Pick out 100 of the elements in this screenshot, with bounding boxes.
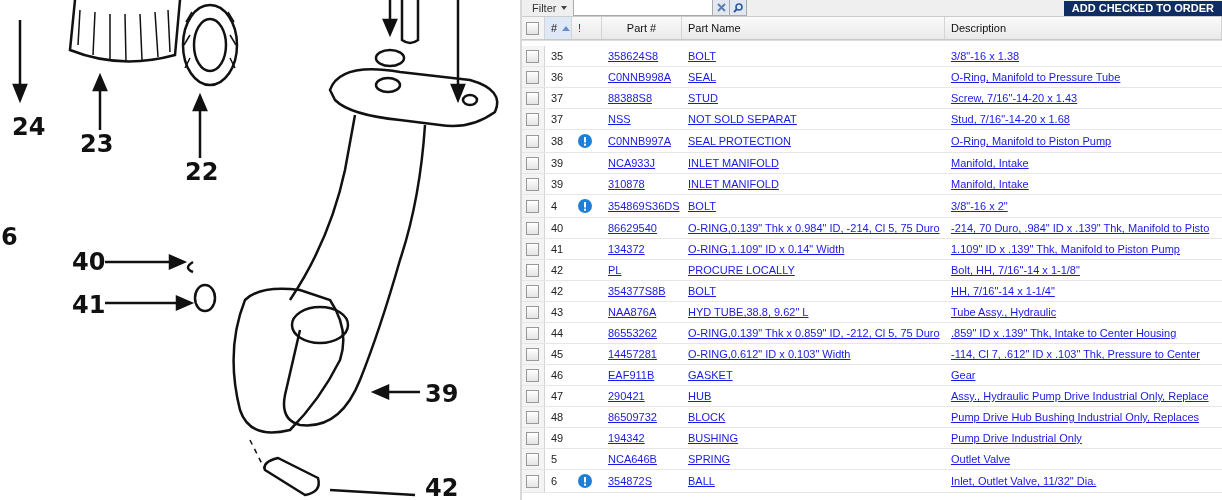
part-name-link[interactable]: GASKET (688, 369, 733, 381)
part-name-column-header[interactable]: Part Name (682, 17, 945, 39)
part-number-link[interactable]: NCA933J (608, 157, 656, 169)
checkbox[interactable] (526, 91, 539, 105)
part-name-link[interactable]: SPRING (688, 453, 731, 465)
part-number-column-header[interactable]: Part # (602, 17, 682, 39)
row-number: 41 (550, 242, 565, 257)
clear-button[interactable] (713, 0, 731, 16)
checkbox[interactable] (526, 326, 539, 340)
description-column-header[interactable]: Description (945, 17, 1222, 39)
part-name-link[interactable]: BOLT (688, 50, 716, 62)
checkbox[interactable] (526, 21, 539, 35)
number-column-header[interactable]: # (545, 17, 572, 39)
description-link[interactable]: -114, Cl 7, .612" ID x .103" Thk, Pressure to Center (951, 348, 1200, 360)
description-link[interactable]: Bolt, HH, 7/16"-14 x 1-1/8" (951, 264, 1080, 276)
callout-number: 39 (425, 380, 459, 408)
part-name-link[interactable]: STUD (688, 92, 718, 104)
description-link[interactable]: Inlet, Outlet Valve, 11/32" Dia. (951, 475, 1097, 487)
description-link[interactable]: Outlet Valve (951, 453, 1011, 465)
part-number-link[interactable]: 290421 (608, 390, 645, 402)
checkbox[interactable] (526, 389, 539, 403)
part-number-link[interactable]: C0NNB998A (608, 71, 671, 83)
part-number-link[interactable]: 310878 (608, 178, 645, 190)
part-name-link[interactable]: SEAL (688, 71, 717, 83)
part-name-link[interactable]: SEAL PROTECTION (688, 135, 791, 147)
part-number-link[interactable]: NCA646B (608, 453, 657, 465)
part-name-link[interactable]: BALL (688, 475, 715, 487)
checkbox[interactable] (526, 134, 539, 148)
part-number-link[interactable]: NSS (608, 113, 631, 125)
row-number: 45 (550, 347, 565, 362)
checkbox[interactable] (526, 199, 539, 213)
part-number-link[interactable]: 354872S (608, 475, 653, 487)
part-name-link[interactable]: NOT SOLD SEPARAT (688, 113, 797, 125)
description-link[interactable]: Tube Assy., Hydraulic (951, 306, 1057, 318)
checkbox[interactable] (526, 221, 539, 235)
part-name-link[interactable]: O-RING,1.109" ID x 0.14" Width (688, 243, 845, 255)
part-name-link[interactable]: BLOCK (688, 411, 726, 423)
description-link[interactable]: Pump Drive Hub Bushing Industrial Only, Replaces (951, 411, 1200, 423)
part-name-link[interactable]: BOLT (688, 200, 716, 212)
description-link[interactable]: O-Ring, Manifold to Pressure Tube (951, 71, 1121, 83)
checkbox[interactable] (526, 112, 539, 126)
description-link[interactable]: Manifold, Intake (951, 178, 1029, 190)
part-number-link[interactable]: NAA876A (608, 306, 657, 318)
part-number-link[interactable]: 354377S8B (608, 285, 666, 297)
search-button[interactable] (730, 0, 748, 16)
filter-dropdown[interactable]: Filter (522, 1, 574, 15)
part-name-link[interactable]: INLET MANIFOLD (688, 157, 779, 169)
description-link[interactable]: 3/8"-16 x 2" (951, 200, 1008, 212)
description-link[interactable]: 3/8"-16 x 1.38 (951, 50, 1020, 62)
part-number-link[interactable]: 358624S8 (608, 50, 659, 62)
part-name-link[interactable]: BOLT (688, 285, 716, 297)
description-link[interactable]: Manifold, Intake (951, 157, 1029, 169)
part-number-link[interactable]: C0NNB997A (608, 135, 671, 147)
description-link[interactable]: O-Ring, Manifold to Piston Pump (951, 135, 1112, 147)
checkbox[interactable] (526, 452, 539, 466)
description-link[interactable]: Screw, 7/16"-14-20 x 1.43 (951, 92, 1078, 104)
checkbox[interactable] (526, 156, 539, 170)
part-name-link[interactable]: O-RING,0.139" Thk x 0.859" ID, -212, Cl 5, 75 Duro (688, 327, 940, 339)
part-number-link[interactable]: 88388S8 (608, 92, 653, 104)
checkbox[interactable] (526, 305, 539, 319)
description-link[interactable]: .859" ID x .139" Thk, Intake to Center Housing (951, 327, 1177, 339)
row-number: 48 (550, 410, 565, 425)
checkbox[interactable] (526, 368, 539, 382)
part-number-link[interactable]: EAF911B (608, 369, 655, 381)
part-number-link[interactable]: 194342 (608, 432, 645, 444)
part-number-link[interactable]: PL (608, 264, 622, 276)
part-number-link[interactable]: 134372 (608, 243, 645, 255)
part-name-link[interactable]: HYD TUBE,38.8, 9.62" L (688, 306, 809, 318)
description-link[interactable]: -214, 70 Duro, .984" ID x .139" Thk, Manifold to Pisto (951, 222, 1210, 234)
checkbox[interactable] (526, 347, 539, 361)
part-name-link[interactable]: HUB (688, 390, 712, 402)
part-name-link[interactable]: BUSHING (688, 432, 739, 444)
description-link[interactable]: Stud, 7/16"-14-20 x 1.68 (951, 113, 1070, 125)
checkbox[interactable] (526, 70, 539, 84)
part-number-link[interactable]: 86553262 (608, 327, 657, 339)
description-link[interactable]: HH, 7/16"-14 x 1-1/4" (951, 285, 1055, 297)
checkbox[interactable] (526, 177, 539, 191)
alert-column-header[interactable]: ! (572, 17, 602, 39)
part-name-link[interactable]: O-RING,0.612" ID x 0.103" Width (688, 348, 851, 360)
checkbox[interactable] (526, 242, 539, 256)
checkbox[interactable] (526, 410, 539, 424)
filter-field[interactable] (573, 0, 714, 16)
description-link[interactable]: Gear (951, 369, 976, 381)
row-number: 46 (550, 368, 565, 383)
part-name-link[interactable]: O-RING,0.139" Thk x 0.984" ID, -214, Cl 5, 75 Duro (688, 222, 940, 234)
description-link[interactable]: Pump Drive Industrial Only (951, 432, 1082, 444)
add-to-order-button[interactable]: ADD CHECKED TO ORDER (1063, 0, 1222, 16)
description-link[interactable]: 1.109" ID x .139" Thk, Manifold to Piston Pump (951, 243, 1180, 255)
checkbox[interactable] (526, 431, 539, 445)
part-name-link[interactable]: PROCURE LOCALLY (688, 264, 795, 276)
part-name-link[interactable]: INLET MANIFOLD (688, 178, 779, 190)
checkbox[interactable] (526, 263, 539, 277)
part-number-link[interactable]: 86629540 (608, 222, 657, 234)
checkbox[interactable] (526, 474, 539, 488)
part-number-link[interactable]: 86509732 (608, 411, 657, 423)
checkbox[interactable] (526, 284, 539, 298)
part-number-link[interactable]: 354869S36DS (608, 200, 680, 212)
checkbox[interactable] (526, 49, 539, 63)
part-number-link[interactable]: 14457281 (608, 348, 657, 360)
description-link[interactable]: Assy., Hydraulic Pump Drive Industrial Only, Replace (951, 390, 1209, 402)
